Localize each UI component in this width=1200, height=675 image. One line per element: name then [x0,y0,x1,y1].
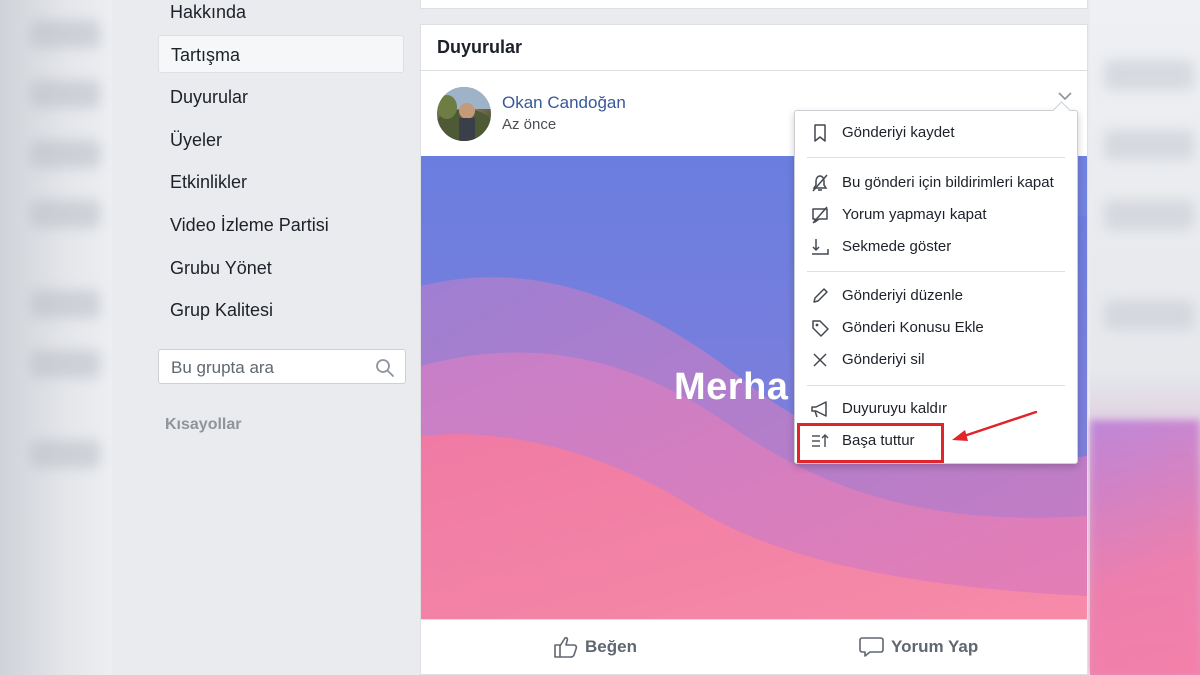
menu-item-label: Yorum yapmayı kapat [842,206,987,223]
pencil-icon [813,288,828,303]
blurred-shape [30,140,100,168]
group-search-box [158,349,406,384]
menu-divider [807,385,1065,386]
sidebar-item-manage-group[interactable]: Grubu Yönet [158,249,404,287]
menu-item-show-in-tab[interactable]: Sekmede göster [795,232,1077,262]
sidebar-item-discussion[interactable]: Tartışma [158,35,404,73]
group-sidebar: Hakkında Tartışma Duyurular Üyeler Etkin… [112,0,412,675]
blurred-shape [1104,300,1194,330]
blurred-shape [1104,60,1194,90]
bell-off-icon [812,174,828,192]
tag-icon [812,320,829,337]
menu-item-label: Gönderiyi sil [842,351,925,368]
sidebar-item-watch-party[interactable]: Video İzleme Partisi [158,206,404,244]
blurred-shape [1104,200,1194,230]
sidebar-item-about[interactable]: Hakkında [158,0,404,31]
megaphone-icon [811,401,827,418]
close-icon [813,353,827,367]
menu-item-label: Sekmede göster [842,238,952,255]
blurred-shape [30,200,100,228]
menu-item-label: Bu gönderi için bildirimleri kapat [842,174,1054,191]
post-timestamp[interactable]: Az önce [502,116,556,133]
blurred-left-background [0,0,112,675]
menu-item-label: Gönderi Konusu Ekle [842,319,984,336]
blurred-shape [1104,130,1194,160]
menu-item-notifications-off[interactable]: Bu gönderi için bildirimleri kapat [795,168,1077,198]
blurred-image-edge [1090,420,1200,675]
search-icon[interactable] [375,358,395,378]
post-action-bar: Beğen Yorum Yap [421,619,1087,674]
menu-item-edit-post[interactable]: Gönderiyi düzenle [795,281,1077,311]
sidebar-item-events[interactable]: Etkinlikler [158,163,404,201]
previous-card [420,0,1088,9]
comment-label: Yorum Yap [891,637,979,656]
menu-item-delete-post[interactable]: Gönderiyi sil [795,345,1077,375]
post-author-link[interactable]: Okan Candoğan [502,93,626,113]
menu-divider [807,271,1065,272]
sidebar-item-group-quality[interactable]: Grup Kalitesi [158,291,404,329]
menu-item-comments-off[interactable]: Yorum yapmayı kapat [795,200,1077,230]
menu-item-label: Duyuruyu kaldır [842,400,948,417]
bookmark-icon [814,124,826,142]
avatar[interactable] [437,87,491,141]
chevron-down-icon[interactable] [1057,89,1073,103]
blurred-shape [30,440,100,468]
like-label: Beğen [585,637,637,656]
comment-icon [859,637,884,657]
post-image-text: Merha [674,366,789,408]
arrow-down-tab-icon [812,239,829,255]
menu-item-label: Gönderiyi düzenle [842,287,963,304]
annotation-highlight-box [797,423,944,463]
divider [421,70,1087,71]
menu-item-save-post[interactable]: Gönderiyi kaydet [795,118,1077,148]
comment-off-icon [812,206,828,224]
sidebar-item-announcements[interactable]: Duyurular [158,78,404,116]
menu-item-label: Gönderiyi kaydet [842,124,955,141]
blurred-shape [30,290,100,318]
blurred-shape [30,80,100,108]
section-title: Duyurular [437,37,523,57]
thumbs-up-icon [554,636,578,658]
annotation-arrow-icon [952,410,1038,441]
blurred-right-background [1090,0,1200,675]
blurred-shape [30,20,100,48]
menu-item-add-topic[interactable]: Gönderi Konusu Ekle [795,313,1077,343]
avatar-photo [437,87,491,141]
shortcuts-heading: Kısayollar [165,416,242,433]
sidebar-item-members[interactable]: Üyeler [158,121,404,159]
group-search-input[interactable] [169,355,363,381]
menu-divider [807,157,1065,158]
blurred-shape [30,350,100,378]
